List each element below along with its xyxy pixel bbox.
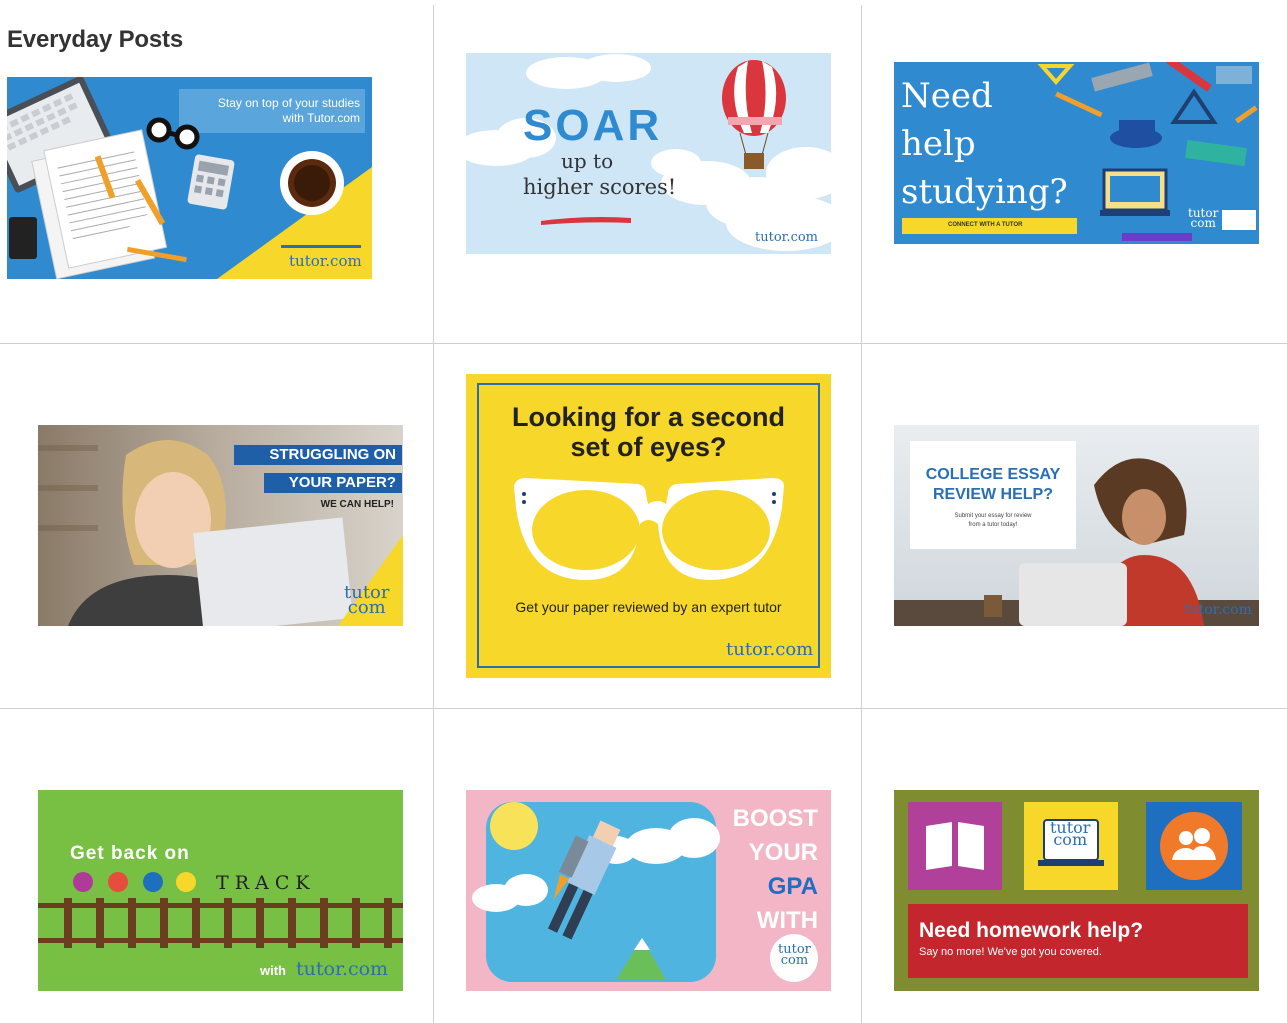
post-struggling-paper[interactable]: STRUGGLING ON YOUR PAPER? WE CAN HELP! t… <box>38 425 403 626</box>
post-headline: SOAR <box>523 101 663 150</box>
column-divider <box>861 5 862 1023</box>
post-college-essay[interactable]: COLLEGE ESSAY REVIEW HELP? Submit your e… <box>894 425 1259 626</box>
post-text-line: REVIEW HELP? <box>932 486 1053 503</box>
post-need-help-studying[interactable]: Need help studying? CONNECT WITH A TUTOR… <box>894 62 1259 244</box>
cta-banner: CONNECT WITH A TUTOR <box>948 222 1023 228</box>
tutor-logo: tutor.com <box>289 252 362 270</box>
post-text-line: YOUR PAPER? <box>288 474 396 491</box>
post-text-line: with Tutor.com <box>282 111 360 125</box>
post-stay-on-top[interactable]: Stay on top of your studies with Tutor.c… <box>7 77 372 279</box>
post-back-on-track[interactable]: Get back on T R A C K with tutor.com <box>38 790 403 991</box>
row-divider <box>0 708 1287 709</box>
post-subtext: Get your paper reviewed by an expert tut… <box>515 599 782 615</box>
post-homework-help[interactable]: tutor com Need homework help? Say no mor… <box>894 790 1259 991</box>
tutor-logo: tutor.com <box>1184 602 1252 618</box>
section-title: Everyday Posts <box>7 26 183 53</box>
post-text-line: COLLEGE ESSAY <box>925 466 1061 483</box>
post-text-line: with <box>260 963 286 978</box>
tutor-logo: tutor.com <box>296 958 389 980</box>
post-text-line: higher scores! <box>523 175 677 199</box>
post-text-line: Looking for a second <box>511 402 786 432</box>
post-soar[interactable]: SOAR up to higher scores! tutor.com <box>466 53 831 254</box>
post-text-line: help <box>901 124 976 164</box>
post-subtext: WE CAN HELP! <box>320 499 394 510</box>
post-subtext: Say no more! We've got you covered. <box>919 946 1102 958</box>
post-boost-gpa[interactable]: BOOST YOUR GPA WITH tutor com <box>466 790 831 991</box>
post-image <box>466 53 831 254</box>
post-text-line: Need <box>901 76 993 116</box>
post-second-set-of-eyes[interactable]: Looking for a second set of eyes? Get yo… <box>466 374 831 678</box>
tutor-logo-bottom: com <box>347 597 386 618</box>
tutor-logo-bottom: com <box>780 953 809 968</box>
post-text-line: STRUGGLING ON <box>269 446 396 463</box>
post-text-line: studying? <box>901 172 1068 212</box>
post-text-line: set of eyes? <box>570 432 727 462</box>
tutor-logo: tutor.com <box>755 230 819 245</box>
post-text-line: BOOST <box>732 805 818 832</box>
column-divider <box>433 5 434 1023</box>
post-title: Need homework help? <box>919 919 1144 942</box>
post-text-line: Stay on top of your studies <box>217 96 360 110</box>
row-divider <box>0 343 1287 344</box>
post-text-line: YOUR <box>748 839 818 866</box>
post-text-line: Get back on <box>70 843 190 864</box>
post-subtext: from a tutor today! <box>968 522 1018 528</box>
tutor-logo-bottom: com <box>1053 830 1088 849</box>
tutor-logo: tutor.com <box>726 639 814 660</box>
tutor-logo-bottom: com <box>1190 216 1216 230</box>
post-word: T R A C K <box>216 872 310 894</box>
post-text-line: WITH <box>756 907 818 934</box>
post-subtext: Submit your essay for review <box>954 513 1032 519</box>
post-text-line: GPA <box>767 873 818 900</box>
post-text-line: up to <box>561 149 614 173</box>
